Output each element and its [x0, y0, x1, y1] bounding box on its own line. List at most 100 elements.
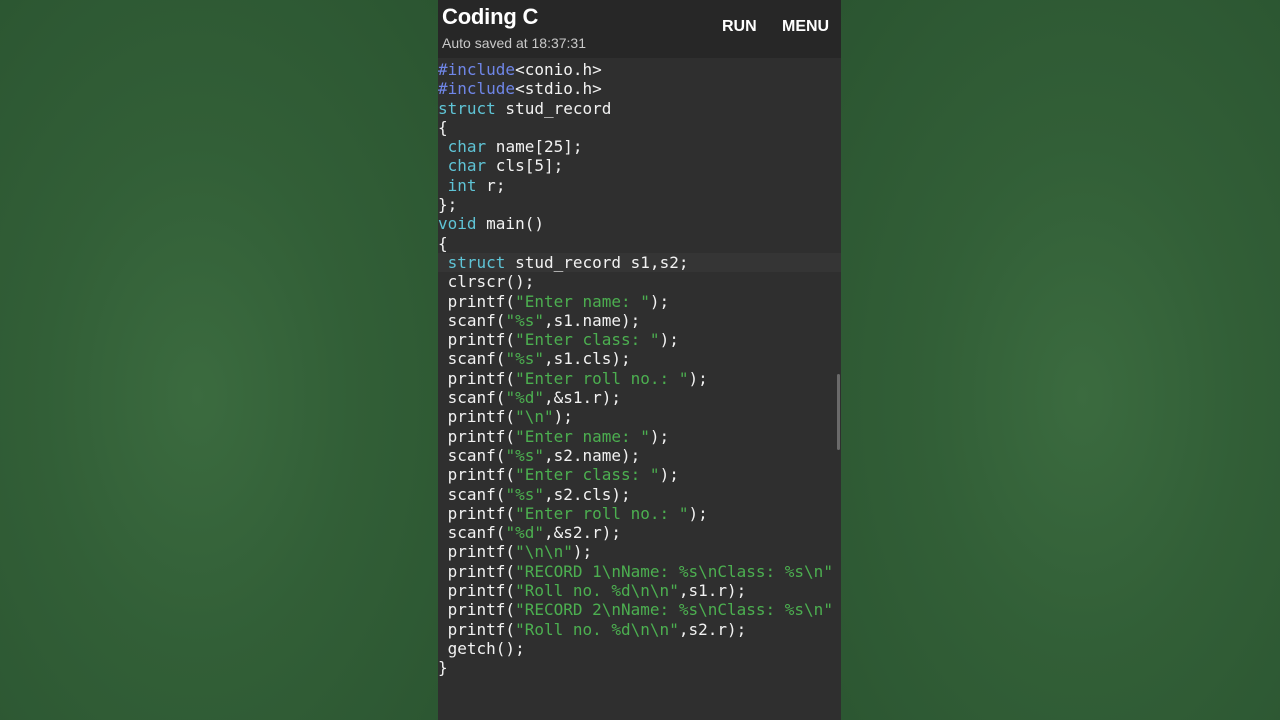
code-token: );	[659, 330, 679, 350]
code-token: "%d"	[505, 388, 544, 408]
code-token: {	[438, 117, 448, 137]
code-token: );	[553, 407, 573, 427]
code-token: "Enter class: "	[515, 330, 660, 350]
code-token: ,s2.r);	[678, 619, 747, 639]
code-token: "%s"	[505, 349, 544, 369]
code-token: }	[438, 658, 448, 678]
code-token: "\n"	[515, 407, 554, 427]
code-token: {	[438, 233, 448, 253]
code-line[interactable]: printf("Enter roll no.: ");	[438, 504, 841, 523]
code-token: );	[649, 291, 670, 311]
code-token: "Enter class: "	[515, 465, 660, 485]
code-line[interactable]: void main()	[438, 214, 841, 233]
code-token: scanf(	[438, 484, 506, 504]
code-token: "Enter roll no.: "	[515, 503, 689, 523]
code-line[interactable]: printf("Enter name: ");	[438, 427, 841, 446]
code-token: ,&s1.r);	[543, 388, 622, 408]
code-line[interactable]: printf("Enter roll no.: ");	[438, 369, 841, 388]
code-token: void	[438, 214, 477, 234]
autosave-status: Auto saved at 18:37:31	[442, 35, 586, 51]
run-button[interactable]: RUN	[722, 18, 757, 36]
app-bar: Coding C Auto saved at 18:37:31 RUN MENU	[438, 0, 841, 58]
code-line[interactable]: }	[438, 658, 841, 677]
code-line[interactable]: scanf("%s",s2.name);	[438, 446, 841, 465]
code-token: scanf(	[438, 310, 506, 330]
code-token: int	[447, 175, 477, 195]
code-line[interactable]: scanf("%s",s1.cls);	[438, 349, 841, 368]
code-line[interactable]: printf("Enter name: ");	[438, 292, 841, 311]
code-line[interactable]: scanf("%s",s1.name);	[438, 311, 841, 330]
code-token: "Roll no. %d\n\n"	[515, 619, 679, 639]
code-token: printf(	[438, 426, 516, 446]
code-token: printf(	[438, 465, 516, 485]
code-line[interactable]: printf("\n\n");	[438, 542, 841, 561]
code-editor[interactable]: #include<conio.h> #include<stdio.h> struct…	[438, 60, 841, 720]
code-line[interactable]: printf("\n");	[438, 407, 841, 426]
code-token: scanf(	[438, 388, 506, 408]
code-token: };	[438, 195, 458, 215]
app-title: Coding C	[442, 4, 539, 29]
code-line[interactable]: #include<conio.h>	[438, 60, 841, 79]
code-token: "%s"	[505, 310, 544, 330]
code-token: printf(	[438, 368, 516, 388]
editor-scrollbar[interactable]	[837, 374, 840, 450]
code-token: <stdio.h>	[515, 79, 602, 99]
code-token: name[25];	[486, 137, 583, 157]
code-line[interactable]: {	[438, 234, 841, 253]
menu-button[interactable]: MENU	[782, 18, 829, 36]
code-line[interactable]: printf("Enter class: ");	[438, 330, 841, 349]
code-token: ,s1.cls);	[543, 349, 631, 369]
code-line[interactable]: scanf("%d",&s2.r);	[438, 523, 841, 542]
code-token: cls[5];	[486, 156, 564, 176]
code-line[interactable]: printf("Roll no. %d\n\n",s2.r);	[438, 620, 841, 639]
code-token: ,s2.name);	[543, 445, 641, 465]
code-token: char	[447, 137, 487, 157]
phone-screen: Coding C Auto saved at 18:37:31 RUN MENU…	[438, 0, 841, 720]
code-line[interactable]: char cls[5];	[438, 156, 841, 175]
left-background	[0, 0, 438, 720]
code-token: ,s1.name);	[543, 310, 641, 330]
code-token: "Roll no. %d\n\n"	[515, 581, 679, 601]
code-token: printf(	[438, 600, 516, 620]
code-token: "\n\n"	[515, 542, 573, 562]
code-token: "RECORD 2\nName: %s\nClass: %s\n"	[515, 600, 833, 620]
code-line[interactable]: struct stud_record s1,s2;	[438, 252, 841, 273]
code-line[interactable]: scanf("%d",&s1.r);	[438, 388, 841, 407]
code-token: scanf(	[438, 445, 506, 465]
code-token: ,s1.r);	[678, 581, 747, 601]
code-line[interactable]: printf("RECORD 2\nName: %s\nClass: %s\n"	[438, 600, 841, 619]
code-line[interactable]: printf("Enter class: ");	[438, 465, 841, 484]
code-token: "%s"	[505, 484, 544, 504]
code-token: );	[688, 503, 708, 523]
code-line[interactable]: printf("Roll no. %d\n\n",s1.r);	[438, 581, 841, 600]
code-token: char	[447, 156, 487, 176]
code-token: scanf(	[438, 523, 506, 543]
code-line[interactable]: printf("RECORD 1\nName: %s\nClass: %s\n"	[438, 562, 841, 581]
code-token: "%s"	[505, 445, 544, 465]
code-token: r;	[476, 175, 506, 195]
code-line[interactable]: clrscr();	[438, 272, 841, 291]
code-line[interactable]: {	[438, 118, 841, 137]
code-line[interactable]: struct stud_record	[438, 99, 841, 118]
code-token: "Enter name: "	[515, 426, 650, 446]
code-token: );	[572, 542, 593, 562]
code-token: getch();	[438, 638, 525, 658]
code-token: #include	[438, 60, 516, 79]
code-token: main()	[476, 214, 544, 234]
code-token: ,s2.cls);	[543, 484, 631, 504]
code-line[interactable]: int r;	[438, 176, 841, 195]
code-token: "Enter name: "	[515, 291, 650, 311]
code-line[interactable]: scanf("%s",s2.cls);	[438, 485, 841, 504]
code-token: clrscr();	[438, 272, 535, 292]
code-line[interactable]: #include<stdio.h>	[438, 79, 841, 98]
code-token: "Enter roll no.: "	[515, 368, 689, 388]
code-line[interactable]: };	[438, 195, 841, 214]
code-token: );	[649, 426, 670, 446]
code-token: stud_record s1,s2;	[505, 252, 689, 272]
code-token: ,&s2.r);	[543, 523, 622, 543]
code-line[interactable]: getch();	[438, 639, 841, 658]
code-line[interactable]: char name[25];	[438, 137, 841, 156]
